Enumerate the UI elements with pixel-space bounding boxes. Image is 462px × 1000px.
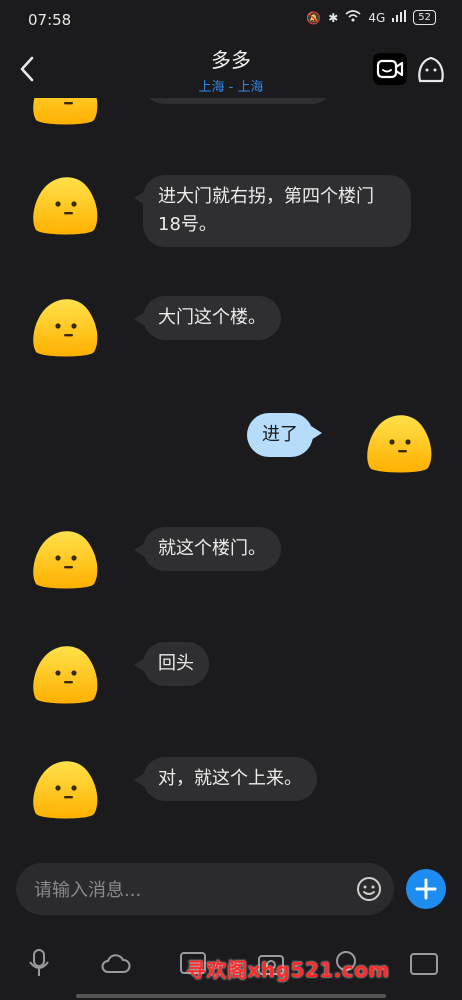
bluetooth-icon: ✱	[328, 10, 339, 25]
message-bubble[interactable]: 对，就这个上来。	[134, 757, 317, 801]
chat-header: 多多 上海 - 上海	[0, 40, 462, 98]
sender-avatar[interactable]	[28, 758, 100, 820]
network-label: 4G	[368, 10, 386, 25]
sender-avatar[interactable]	[28, 174, 100, 236]
avatar-profile-icon[interactable]	[416, 53, 446, 85]
message-bubble[interactable]: 进大门就右拐，第四个楼门18号。	[134, 175, 411, 247]
message-bubble-partial	[143, 98, 333, 104]
signal-icon	[392, 10, 407, 25]
microphone-icon[interactable]	[23, 948, 55, 978]
do-not-disturb-icon: 🔕	[306, 10, 322, 25]
watermark-text: 寻欢阁xhg521.com	[186, 958, 390, 982]
cloud-icon[interactable]	[100, 948, 132, 978]
plus-icon[interactable]	[406, 869, 446, 909]
self-avatar[interactable]	[362, 412, 434, 474]
sender-avatar[interactable]	[28, 528, 100, 590]
status-icons: 🔕 ✱ 4G 52	[306, 10, 436, 25]
gif-icon[interactable]	[408, 948, 440, 978]
battery-indicator: 52	[413, 10, 436, 25]
status-time: 07:58	[28, 11, 72, 29]
video-call-icon[interactable]	[373, 53, 407, 85]
message-list[interactable]: 进大门就右拐，第四个楼门18号。 大门这个楼。 进了 就这个楼门。 回头 对，就…	[0, 98, 462, 858]
sender-avatar[interactable]	[28, 98, 100, 126]
message-bubble-self[interactable]: 进了	[247, 413, 322, 457]
message-bubble[interactable]: 大门这个楼。	[134, 296, 281, 340]
message-bubble[interactable]: 就这个楼门。	[134, 527, 281, 571]
message-composer	[16, 863, 394, 917]
sender-avatar[interactable]	[28, 296, 100, 358]
sender-avatar[interactable]	[28, 643, 100, 705]
message-bubble[interactable]: 回头	[134, 642, 209, 686]
wifi-icon	[345, 10, 361, 25]
emoji-icon[interactable]	[356, 876, 382, 902]
status-bar: 07:58 🔕 ✱ 4G 52	[0, 0, 462, 40]
home-indicator	[76, 994, 386, 998]
message-input[interactable]	[32, 863, 356, 917]
